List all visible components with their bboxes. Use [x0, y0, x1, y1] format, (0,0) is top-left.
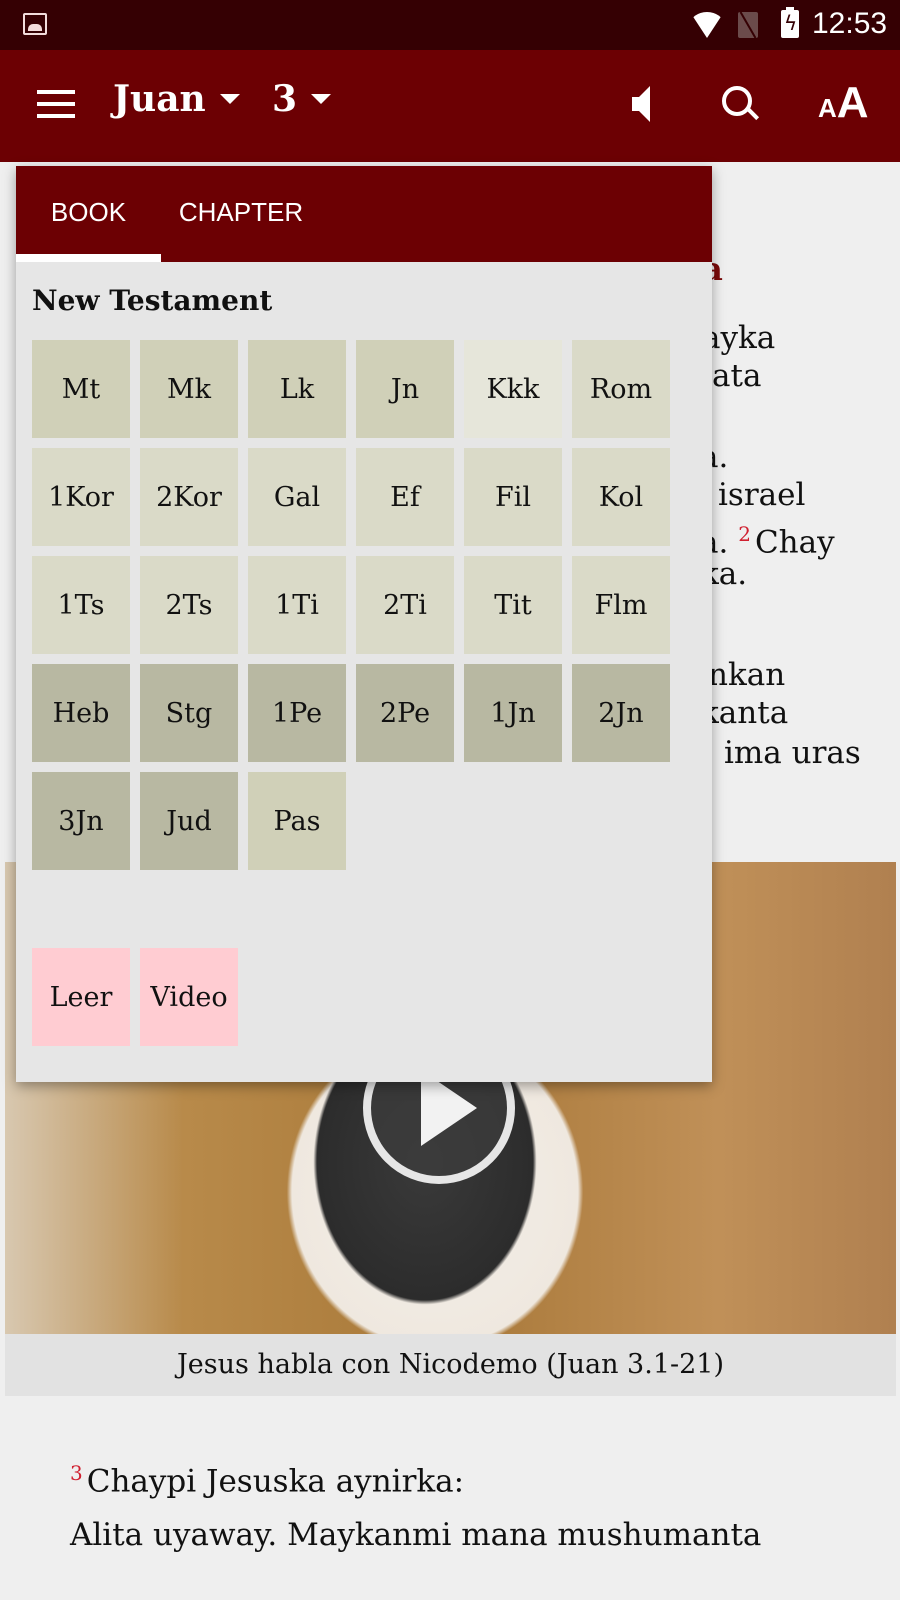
no-sim-icon: [738, 12, 758, 38]
book-cell[interactable]: 2Kor: [140, 448, 238, 546]
book-cell[interactable]: Jn: [356, 340, 454, 438]
book-picker-popup: BOOK CHAPTER New Testament Mt Mk Lk Jn Kkk Ro…: [16, 166, 712, 1082]
book-cell[interactable]: 2Ts: [140, 556, 238, 654]
book-cell[interactable]: Lk: [248, 340, 346, 438]
leer-button[interactable]: Leer: [32, 948, 130, 1046]
audio-icon[interactable]: [632, 86, 654, 122]
verse-number: 2: [738, 522, 751, 546]
picker-tabs: BOOK CHAPTER: [16, 166, 712, 262]
verse-line: ima uras: [724, 735, 861, 771]
book-cell[interactable]: Rom: [572, 340, 670, 438]
book-cell[interactable]: Gal: [248, 448, 346, 546]
menu-icon[interactable]: [37, 90, 75, 120]
chevron-down-icon: [311, 94, 332, 104]
action-row: Leer Video: [32, 948, 238, 1046]
book-cell[interactable]: Fil: [464, 448, 562, 546]
book-cell[interactable]: 3Jn: [32, 772, 130, 870]
book-cell[interactable]: 1Pe: [248, 664, 346, 762]
book-cell[interactable]: 1Kor: [32, 448, 130, 546]
book-cell[interactable]: Mt: [32, 340, 130, 438]
book-cell[interactable]: Kkk: [464, 340, 562, 438]
gallery-icon: [23, 13, 47, 35]
book-cell[interactable]: 1Ti: [248, 556, 346, 654]
verse-number: 3: [70, 1461, 83, 1485]
book-selector[interactable]: Juan: [113, 78, 240, 120]
tab-chapter[interactable]: CHAPTER: [161, 166, 321, 262]
chapter-selector[interactable]: 3: [272, 78, 332, 120]
wifi-icon: [690, 12, 724, 38]
verse-line: israel: [718, 477, 806, 513]
verse-line: nkan: [708, 657, 786, 693]
book-cell[interactable]: Kol: [572, 448, 670, 546]
tab-indicator: [16, 254, 161, 262]
font-size-icon[interactable]: AA: [818, 78, 869, 128]
book-cell[interactable]: Heb: [32, 664, 130, 762]
chevron-down-icon: [219, 94, 240, 104]
video-caption: Jesus habla con Nicodemo (Juan 3.1-21): [5, 1334, 896, 1396]
book-grid: Mt Mk Lk Jn Kkk Rom 1Kor 2Kor Gal Ef Fil Kol 1Ts 2Ts 1…: [32, 340, 672, 870]
book-cell[interactable]: Mk: [140, 340, 238, 438]
verse-line: ata: [712, 358, 762, 394]
tab-book[interactable]: BOOK: [16, 166, 161, 262]
battery-charging-icon: [781, 7, 799, 38]
testament-title: New Testament: [32, 284, 273, 317]
book-cell[interactable]: 2Ti: [356, 556, 454, 654]
verse-line: kanta: [700, 695, 789, 731]
book-cell[interactable]: Stg: [140, 664, 238, 762]
chapter-number: 3: [272, 78, 298, 120]
book-cell[interactable]: Pas: [248, 772, 346, 870]
book-cell[interactable]: 1Jn: [464, 664, 562, 762]
book-cell[interactable]: Tit: [464, 556, 562, 654]
book-cell[interactable]: Ef: [356, 448, 454, 546]
verse-line: 3 Chaypi Jesuska aynirka:: [70, 1461, 465, 1500]
book-cell[interactable]: 2Jn: [572, 664, 670, 762]
verse-line: ayka: [702, 320, 776, 356]
app-bar: Juan 3 AA: [0, 50, 900, 162]
book-name: Juan: [113, 78, 206, 120]
clock: 12:53: [812, 7, 888, 40]
book-cell[interactable]: 1Ts: [32, 556, 130, 654]
book-cell[interactable]: Flm: [572, 556, 670, 654]
paragraph-line: Alita uyaway. Maykanmi mana mushumanta: [70, 1517, 762, 1553]
video-button[interactable]: Video: [140, 948, 238, 1046]
book-cell[interactable]: Jud: [140, 772, 238, 870]
book-cell[interactable]: 2Pe: [356, 664, 454, 762]
search-icon[interactable]: [722, 86, 762, 126]
status-bar: 12:53: [0, 0, 900, 50]
